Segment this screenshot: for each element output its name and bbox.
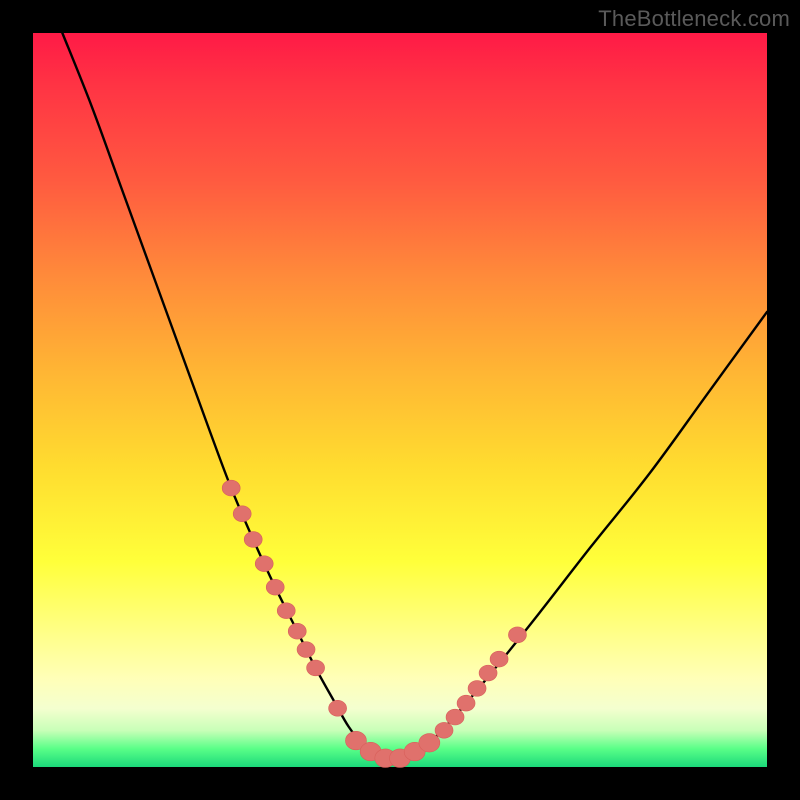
bead — [435, 722, 453, 738]
bead — [255, 556, 273, 572]
bead — [288, 623, 306, 639]
bead — [479, 665, 497, 681]
bead — [233, 506, 251, 522]
bead — [329, 700, 347, 716]
plot-area — [33, 33, 767, 767]
bead — [297, 642, 315, 658]
watermark-text: TheBottleneck.com — [598, 6, 790, 32]
bead — [457, 695, 475, 711]
bead — [468, 681, 486, 697]
outer-frame: TheBottleneck.com — [0, 0, 800, 800]
bead-cluster — [222, 480, 526, 767]
bead — [508, 627, 526, 643]
bead — [277, 603, 295, 619]
bead — [490, 651, 508, 667]
bead — [266, 579, 284, 595]
bead — [419, 734, 440, 752]
curve-layer — [33, 33, 767, 767]
bead — [446, 709, 464, 725]
bead — [222, 480, 240, 496]
bead — [244, 532, 262, 548]
bottleneck-curve — [62, 33, 767, 760]
bead — [307, 660, 325, 676]
